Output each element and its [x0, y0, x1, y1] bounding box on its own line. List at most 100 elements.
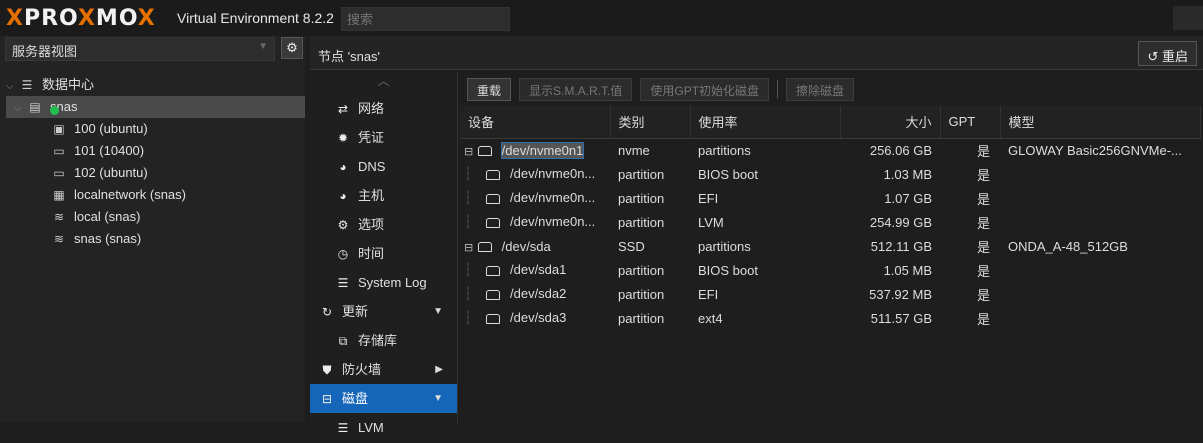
tree-item[interactable]: ≋ snas (snas)	[0, 228, 305, 250]
table-row[interactable]: ┆/dev/nvme0n... partition BIOS boot 1.03…	[460, 162, 1200, 186]
cell-type: nvme	[618, 142, 650, 158]
vm-icon: ▭	[53, 166, 65, 180]
cell-usage: BIOS boot	[698, 166, 758, 182]
disk-icon	[486, 193, 500, 204]
network-grid-icon: ▦	[53, 188, 65, 202]
nav-item[interactable]: ↻ 更新 ▼	[310, 297, 457, 326]
nav-item[interactable]: ⚙ 选项	[310, 210, 457, 239]
expand-icon[interactable]: ⌵	[14, 98, 26, 120]
device-name: /dev/sda2	[510, 286, 567, 301]
cell-size: 1.03 MB	[883, 166, 932, 182]
column-gpt[interactable]: GPT	[940, 106, 1001, 139]
cell-model	[1000, 210, 1200, 234]
tree-item[interactable]: ⌵ ▤ snas	[6, 96, 305, 118]
cell-type: partition	[618, 286, 665, 302]
tree-item[interactable]: ≋ local (snas)	[0, 206, 305, 228]
show-smart-button[interactable]: 显示S.M.A.R.T.值	[519, 77, 633, 101]
cell-model	[1000, 162, 1200, 186]
resource-tree-panel: 服务器视图 ▼ ⚙ ⌵ ☰ 数据中心 ⌵ ▤ snas ▣ 100 (ubuntu) ▭ 101 (…	[0, 36, 305, 423]
device-name: /dev/nvme0n1	[500, 141, 585, 159]
search-input[interactable]	[341, 7, 510, 31]
reboot-button[interactable]: ↺ 重启	[1138, 41, 1197, 66]
table-row[interactable]: ┆/dev/nvme0n... partition LVM 254.99 GB …	[460, 210, 1200, 234]
nav-item[interactable]: ◷ 时间	[310, 239, 457, 268]
nav-item[interactable]: ⊟ 磁盘 ▼	[310, 384, 457, 413]
page-title: 节点 'snas'	[318, 49, 381, 64]
nav-item[interactable]: ✹ 凭证	[310, 123, 457, 152]
tree-item[interactable]: ▭ 102 (ubuntu)	[0, 162, 305, 184]
table-row[interactable]: ⊟ /dev/nvme0n1 nvme partitions 256.06 GB…	[460, 138, 1200, 162]
init-gpt-button[interactable]: 使用GPT初始化磁盘	[640, 77, 770, 101]
scroll-up-icon[interactable]: ︿	[310, 72, 457, 94]
wipe-disk-button[interactable]: 擦除磁盘	[786, 77, 855, 101]
network-icon: ⇄	[337, 102, 349, 116]
disk-icon	[486, 169, 500, 180]
datacenter-icon: ☰	[21, 78, 33, 92]
gear-icon[interactable]: ⚙	[281, 37, 303, 59]
expand-icon[interactable]: ⌵	[6, 76, 18, 98]
status-ok-icon	[50, 106, 59, 115]
view-selector[interactable]: 服务器视图 ▼	[5, 37, 275, 61]
disk-grid: 重载 显示S.M.A.R.T.值 使用GPT初始化磁盘 擦除磁盘 设备 类别 使…	[460, 72, 1203, 423]
tree-item[interactable]: ▣ 100 (ubuntu)	[0, 118, 305, 140]
node-header: 节点 'snas' ↺ 重启	[310, 36, 1203, 70]
reload-button[interactable]: 重载	[467, 77, 512, 101]
nav-item[interactable]: ☰ System Log	[310, 268, 457, 297]
nav-item[interactable]: ⧉ 存储库	[310, 326, 457, 355]
cell-usage: EFI	[698, 190, 719, 206]
disk-icon	[477, 242, 492, 253]
list-icon: ☰	[337, 276, 349, 290]
gear-icon: ⚙	[337, 218, 349, 232]
cell-type: SSD	[618, 238, 645, 254]
table-row[interactable]: ┆/dev/sda2 partition EFI 537.92 MB 是	[460, 282, 1200, 306]
refresh-icon: ↻	[321, 305, 333, 319]
table-row[interactable]: ┆/dev/sda1 partition BIOS boot 1.05 MB 是	[460, 258, 1200, 282]
reboot-icon: ↺	[1147, 49, 1159, 64]
caret-right-icon[interactable]: ▶	[435, 355, 443, 384]
cell-model	[1000, 282, 1200, 306]
device-name: /dev/nvme0n...	[510, 166, 596, 181]
nav-item[interactable]: ☰ LVM	[310, 413, 457, 442]
tree-item[interactable]: ⌵ ☰ 数据中心	[0, 74, 305, 96]
table-row[interactable]: ┆/dev/nvme0n... partition EFI 1.07 GB 是	[460, 186, 1200, 210]
column-size[interactable]: 大小	[840, 106, 941, 139]
tree-item-label: snas (snas)	[74, 231, 142, 246]
cell-type: partition	[618, 262, 665, 278]
table-row[interactable]: ⊟ /dev/sda SSD partitions 512.11 GB 是 ON…	[460, 234, 1200, 258]
cell-type: partition	[618, 310, 665, 326]
caret-down-icon[interactable]: ▼	[433, 384, 443, 413]
column-usage[interactable]: 使用率	[690, 106, 841, 139]
user-menu-button[interactable]	[1173, 6, 1203, 30]
nav-item-label: System Log	[358, 275, 427, 290]
column-device[interactable]: 设备	[460, 106, 611, 139]
cell-size: 1.05 MB	[883, 262, 932, 278]
disk-table: 设备 类别 使用率 大小 GPT 模型 ⊟ /dev/nvme0n1 nvme …	[460, 106, 1201, 330]
cell-size: 256.06 GB	[869, 142, 932, 158]
disk-toolbar: 重载 显示S.M.A.R.T.值 使用GPT初始化磁盘 擦除磁盘	[460, 72, 1203, 106]
disk-icon	[486, 289, 500, 300]
cell-device: ┆/dev/nvme0n...	[464, 190, 596, 205]
nav-item[interactable]: ◕ DNS	[310, 152, 457, 181]
nav-item[interactable]: ◕ 主机	[310, 181, 457, 210]
cell-model: ONDA_A-48_512GB	[1008, 238, 1128, 254]
collapse-icon[interactable]: ⊟	[464, 241, 474, 254]
cell-size: 537.92 MB	[869, 286, 932, 302]
nav-item[interactable]: ⛊ 防火墙 ▶	[310, 355, 457, 384]
cell-model: GLOWAY Basic256GNVMe-...	[1008, 142, 1182, 158]
tree-item[interactable]: ▦ localnetwork (snas)	[0, 184, 305, 206]
table-row[interactable]: ┆/dev/sda3 partition ext4 511.57 GB 是	[460, 306, 1200, 330]
cell-type: partition	[618, 214, 665, 230]
cell-device: ┆/dev/sda2	[464, 286, 567, 301]
cell-device: ┆/dev/nvme0n...	[464, 214, 596, 229]
caret-down-icon[interactable]: ▼	[433, 297, 443, 326]
storage-icon: ≋	[53, 210, 65, 224]
column-type[interactable]: 类别	[610, 106, 691, 139]
cell-device: ⊟ /dev/sda	[460, 234, 610, 258]
version-label: Virtual Environment 8.2.2	[177, 10, 334, 26]
column-model[interactable]: 模型	[1000, 106, 1201, 139]
nav-item[interactable]: ⇄ 网络	[310, 94, 457, 123]
collapse-icon[interactable]: ⊟	[464, 145, 474, 158]
cell-size: 1.07 GB	[884, 190, 932, 206]
tree-item[interactable]: ▭ 101 (10400)	[0, 140, 305, 162]
repository-icon: ⧉	[338, 334, 348, 348]
